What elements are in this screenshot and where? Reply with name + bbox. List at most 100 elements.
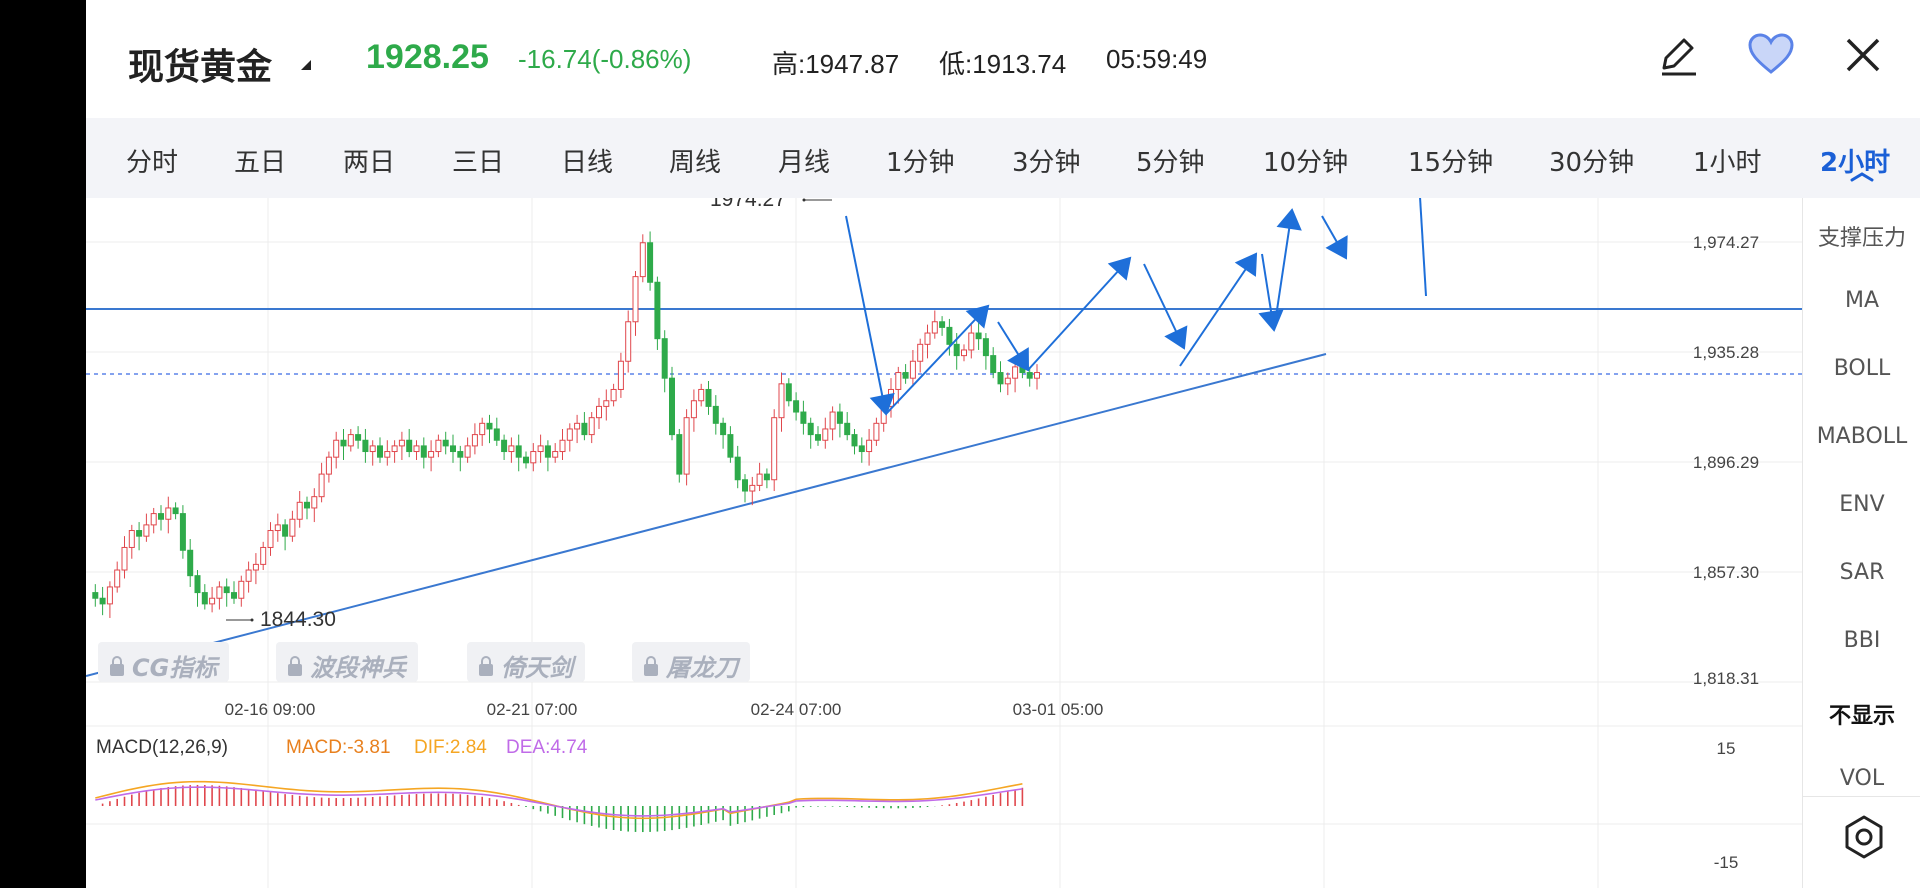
candle-body <box>245 569 252 582</box>
x-tick-2: 02-21 07:00 <box>487 700 578 719</box>
close-icon[interactable] <box>1838 30 1888 80</box>
cg-indicator-button[interactable]: CG指标 <box>98 642 230 682</box>
candle-body <box>610 388 617 402</box>
candle-body <box>238 580 245 599</box>
tab-fenshi[interactable]: 分时 <box>126 142 178 179</box>
candle-body <box>347 434 354 447</box>
tab-1min[interactable]: 1分钟 <box>886 142 955 179</box>
tab-10min[interactable]: 10分钟 <box>1263 142 1348 179</box>
period-tabs: 分时 五日 两日 三日 日线 周线 月线 1分钟 3分钟 5分钟 10分钟 15… <box>86 118 1920 198</box>
candle-body <box>442 439 449 447</box>
candle-body <box>771 417 778 481</box>
candle-body <box>698 388 705 402</box>
side-maboll[interactable]: MABOLL <box>1803 424 1920 449</box>
candle-body <box>479 422 486 436</box>
tab-weekly[interactable]: 周线 <box>669 142 721 179</box>
candle-body <box>683 417 690 475</box>
candle-body <box>311 496 318 509</box>
side-hide[interactable]: 不显示 <box>1803 698 1920 730</box>
tab-monthly[interactable]: 月线 <box>778 142 830 179</box>
candle-body <box>968 332 975 351</box>
candle-body <box>398 439 405 447</box>
candle-body <box>669 377 675 436</box>
candle-body <box>661 338 668 379</box>
candle-body <box>720 422 727 436</box>
candle-body <box>530 451 537 464</box>
wave-indicator-button[interactable]: 波段神兵 <box>276 642 418 682</box>
y-tick-5: 1,818.31 <box>1693 669 1759 688</box>
candle-body <box>829 411 836 430</box>
candle-body <box>223 586 230 594</box>
candle-body <box>873 422 880 441</box>
side-support-resistance[interactable]: 支撑压力 <box>1803 220 1920 252</box>
side-env[interactable]: ENV <box>1803 492 1920 517</box>
macd-dif: DIF:2.84 <box>414 737 487 758</box>
tab-3day[interactable]: 三日 <box>452 142 504 179</box>
candle-body <box>785 383 792 402</box>
candle-body <box>931 321 938 334</box>
macd-value: MACD:-3.81 <box>286 737 391 758</box>
tab-15min[interactable]: 15分钟 <box>1408 142 1493 179</box>
candle-body <box>289 518 296 537</box>
candle-body <box>150 513 157 526</box>
edit-icon[interactable] <box>1654 30 1704 80</box>
lock-icon <box>110 656 124 676</box>
tab-daily[interactable]: 日线 <box>561 142 613 179</box>
tab-30min[interactable]: 30分钟 <box>1549 142 1634 179</box>
min-price-marker: 1844.30 <box>226 608 336 631</box>
side-ma[interactable]: MA <box>1803 288 1920 313</box>
tab-5min[interactable]: 5分钟 <box>1136 142 1205 179</box>
candle-body <box>486 422 493 430</box>
symbol-dropdown-icon[interactable] <box>301 60 311 70</box>
candle-body <box>194 575 201 594</box>
candle-body <box>252 563 259 571</box>
candle-body <box>690 400 697 419</box>
x-tick-4: 03-01 05:00 <box>1013 700 1104 719</box>
quote-time: 05:59:49 <box>1106 44 1208 74</box>
candle-body <box>917 343 924 362</box>
price-change: -16.74(-0.86%) <box>518 44 692 74</box>
candle-body <box>1004 377 1011 385</box>
candle-body <box>676 434 683 475</box>
indicator-side-panel: 支撑压力 MA BOLL MABOLL ENV SAR BBI 不显示 VOL <box>1802 198 1920 888</box>
tab-3min[interactable]: 3分钟 <box>1012 142 1081 179</box>
tab-1hour[interactable]: 1小时 <box>1693 142 1762 179</box>
kline-chart[interactable]: 1,974.27 1,935.28 1,896.29 1,857.30 1,81… <box>86 198 1802 888</box>
tab-5day[interactable]: 五日 <box>234 142 286 179</box>
y-tick-2: 1,935.28 <box>1693 343 1759 362</box>
candle-body <box>559 439 566 453</box>
candle-body <box>187 549 194 577</box>
candle-body <box>552 451 559 458</box>
tulong-indicator-button[interactable]: 屠龙刀 <box>632 642 750 682</box>
candle-body <box>800 411 807 424</box>
settings-icon[interactable] <box>1841 814 1887 860</box>
heart-icon[interactable] <box>1746 30 1796 80</box>
candle-body <box>537 445 544 453</box>
arrow-shaft <box>845 215 887 415</box>
candle-body <box>939 321 946 328</box>
candle-body <box>362 439 369 453</box>
candle-body <box>318 473 325 498</box>
candle-body <box>106 586 113 605</box>
candle-body <box>99 597 106 605</box>
candle-body <box>836 411 843 424</box>
drawn-arrows[interactable] <box>845 198 1430 416</box>
candle-body <box>574 422 581 430</box>
candle-body <box>92 592 99 599</box>
candle-body <box>450 445 456 453</box>
side-sar[interactable]: SAR <box>1803 560 1920 585</box>
tab-2day[interactable]: 两日 <box>343 142 395 179</box>
candle-body <box>544 445 551 458</box>
side-vol[interactable]: VOL <box>1803 766 1920 790</box>
symbol-title[interactable]: 现货黄金 <box>128 38 272 90</box>
candle-body <box>121 546 128 571</box>
side-boll[interactable]: BOLL <box>1803 356 1920 381</box>
candlesticks <box>92 231 1040 618</box>
macd-tick-bottom: -15 <box>1714 853 1739 872</box>
y-tick-3: 1,896.29 <box>1693 453 1759 472</box>
candle-body <box>581 422 588 436</box>
side-bbi[interactable]: BBI <box>1803 628 1920 653</box>
candle-body <box>508 445 515 453</box>
candle-body <box>946 326 953 345</box>
yitian-indicator-button[interactable]: 倚天剑 <box>467 642 585 682</box>
